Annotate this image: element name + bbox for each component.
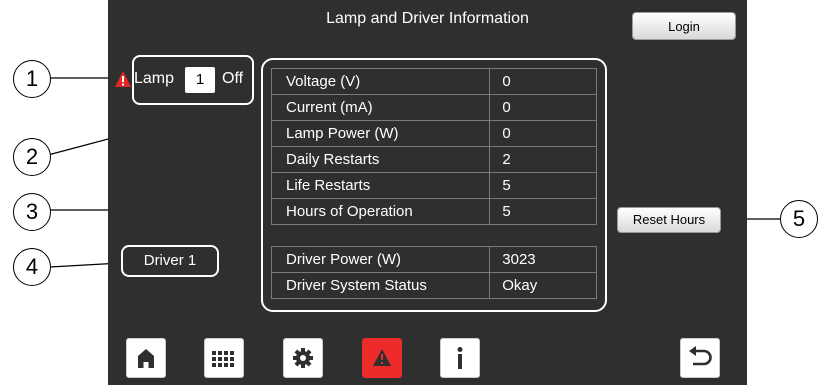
row-label: Driver System Status <box>270 272 491 299</box>
callout-5: 5 <box>780 200 818 238</box>
row-label: Hours of Operation <box>270 198 491 225</box>
nav-alarm-button[interactable] <box>362 338 402 378</box>
table-row: Hours of Operation 5 <box>270 198 597 225</box>
row-value: 3023 <box>489 246 597 273</box>
row-label: Driver Power (W) <box>270 246 491 273</box>
lamp-warning-icon <box>115 71 131 87</box>
table-row: Life Restarts 5 <box>270 172 597 199</box>
reset-hours-button[interactable]: Reset Hours <box>617 207 721 233</box>
row-value: 5 <box>489 172 597 199</box>
table-row: Voltage (V) 0 <box>270 68 597 95</box>
callout-1: 1 <box>13 60 51 98</box>
device-screen: Lamp and Driver Information Login Lamp 1… <box>108 0 747 385</box>
nav-keypad-button[interactable] <box>204 338 244 378</box>
row-label: Voltage (V) <box>270 68 491 95</box>
row-value: Okay <box>489 272 597 299</box>
nav-settings-button[interactable] <box>283 338 323 378</box>
driver-selector[interactable]: Driver 1 <box>121 245 219 277</box>
keypad-icon <box>212 351 234 367</box>
table-row: Lamp Power (W) 0 <box>270 120 597 147</box>
login-button[interactable]: Login <box>632 12 736 40</box>
table-row: Driver Power (W) 3023 <box>270 246 597 273</box>
nav-back-button[interactable] <box>680 338 720 378</box>
row-value: 2 <box>489 146 597 173</box>
row-value: 0 <box>489 68 597 95</box>
back-icon <box>689 346 712 366</box>
nav-info-button[interactable] <box>440 338 480 378</box>
lamp-label: Lamp <box>134 70 175 87</box>
callout-2: 2 <box>13 138 51 176</box>
row-value: 5 <box>489 198 597 225</box>
lamp-info-table: Voltage (V) 0 Current (mA) 0 Lamp Power (W… <box>270 68 597 225</box>
row-value: 0 <box>489 120 597 147</box>
callout-4: 4 <box>13 248 51 286</box>
driver-info-table: Driver Power (W) 3023 Driver System Statu… <box>270 246 597 299</box>
lamp-state: Off <box>222 70 244 87</box>
row-label: Current (mA) <box>270 94 491 121</box>
row-label: Lamp Power (W) <box>270 120 491 147</box>
row-label: Daily Restarts <box>270 146 491 173</box>
table-row: Driver System Status Okay <box>270 272 597 299</box>
warning-icon <box>373 349 391 366</box>
lamp-number-field[interactable]: 1 <box>185 67 215 93</box>
info-icon <box>457 347 463 369</box>
home-icon <box>138 349 154 368</box>
callout-3: 3 <box>13 193 51 231</box>
nav-home-button[interactable] <box>126 338 166 378</box>
table-row: Current (mA) 0 <box>270 94 597 121</box>
table-row: Daily Restarts 2 <box>270 146 597 173</box>
row-label: Life Restarts <box>270 172 491 199</box>
gear-icon <box>293 348 313 368</box>
row-value: 0 <box>489 94 597 121</box>
